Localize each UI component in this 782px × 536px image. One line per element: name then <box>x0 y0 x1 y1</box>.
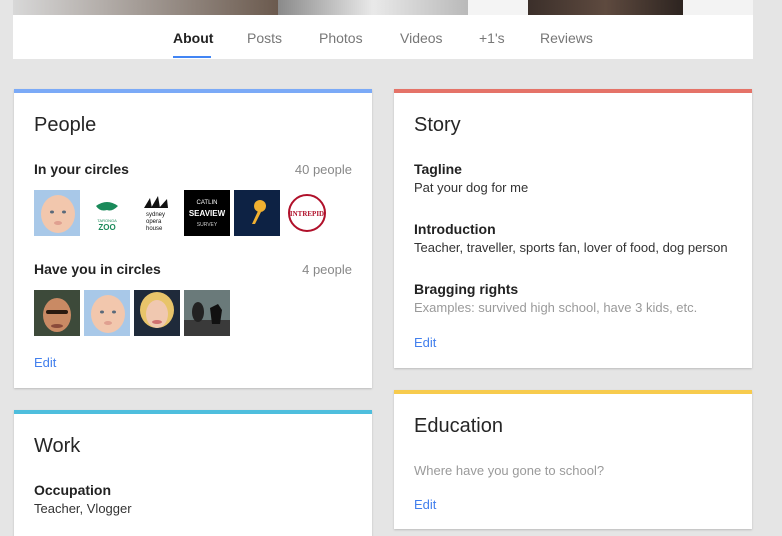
bragging-rights-label: Bragging rights <box>414 281 519 297</box>
work-card-title: Work <box>34 435 81 457</box>
zoo-text: ZOO <box>98 223 115 232</box>
profile-tabs: About Posts Photos Videos +1's Reviews <box>13 30 753 59</box>
opera-line3: house <box>146 226 163 232</box>
cover-photo <box>13 0 753 15</box>
tab-posts[interactable]: Posts <box>247 30 282 46</box>
tab-photos[interactable]: Photos <box>319 30 363 46</box>
taronga-zoo-logo[interactable]: TARONGA ZOO <box>84 190 130 236</box>
tab-about[interactable]: About <box>173 30 213 46</box>
tagline-label: Tagline <box>414 161 462 177</box>
education-card: Education Where have you gone to school?… <box>394 390 752 529</box>
introduction-label: Introduction <box>414 221 496 237</box>
education-placeholder[interactable]: Where have you gone to school? <box>414 463 604 478</box>
story-card-bar <box>394 89 752 93</box>
man-with-dog-avatar[interactable] <box>184 290 230 336</box>
woman-photo-avatar[interactable] <box>134 290 180 336</box>
tagline-value: Pat your dog for me <box>414 180 529 195</box>
story-card: Story Tagline Pat your dog for me Introd… <box>394 89 752 368</box>
active-tab-indicator <box>173 56 211 58</box>
opera-line2: opera <box>146 219 162 225</box>
intrepid-logo[interactable]: INTREPID <box>284 190 330 236</box>
in-circles-label: In your circles <box>34 161 129 177</box>
tab-videos[interactable]: Videos <box>400 30 443 46</box>
education-card-bar <box>394 390 752 394</box>
intrepid-text: INTREPID <box>290 210 324 218</box>
people-card-bar <box>14 89 372 93</box>
work-card: Work Occupation Teacher, Vlogger <box>14 410 372 536</box>
occupation-label: Occupation <box>34 482 112 498</box>
introduction-value: Teacher, traveller, sports fan, lover of… <box>414 240 728 255</box>
sydney-opera-house-logo[interactable]: sydney opera house <box>134 190 180 236</box>
opera-line1: sydney <box>146 212 165 218</box>
have-you-count[interactable]: 4 people <box>302 262 352 277</box>
work-card-bar <box>14 410 372 414</box>
baby-photo-avatar-2[interactable] <box>84 290 130 336</box>
occupation-value: Teacher, Vlogger <box>34 501 132 516</box>
have-you-avatars <box>34 290 234 336</box>
story-edit-link[interactable]: Edit <box>414 335 436 350</box>
people-card-title: People <box>34 114 97 136</box>
people-card: People In your circles 40 people TARONGA… <box>14 89 372 388</box>
tab-plus-ones[interactable]: +1's <box>479 30 505 46</box>
seaview-text: SEAVIEW <box>189 209 226 218</box>
baby-photo-avatar[interactable] <box>34 190 80 236</box>
tab-reviews[interactable]: Reviews <box>540 30 593 46</box>
education-card-title: Education <box>414 415 503 437</box>
pin-logo-avatar[interactable] <box>234 190 280 236</box>
in-circles-avatars: TARONGA ZOO sydney opera house CATLIN SEAVIE… <box>34 190 334 236</box>
bragging-rights-placeholder[interactable]: Examples: survived high school, have 3 k… <box>414 300 697 315</box>
catlin-seaview-survey-logo[interactable]: CATLIN SEAVIEW SURVEY <box>184 190 230 236</box>
education-edit-link[interactable]: Edit <box>414 497 436 512</box>
survey-text: SURVEY <box>197 222 218 228</box>
in-circles-count[interactable]: 40 people <box>295 162 352 177</box>
profile-header: About Posts Photos Videos +1's Reviews <box>13 0 753 59</box>
catlin-text: CATLIN <box>197 200 218 206</box>
have-you-label: Have you in circles <box>34 261 161 277</box>
people-edit-link[interactable]: Edit <box>34 355 56 370</box>
man-photo-avatar[interactable] <box>34 290 80 336</box>
story-card-title: Story <box>414 114 461 136</box>
